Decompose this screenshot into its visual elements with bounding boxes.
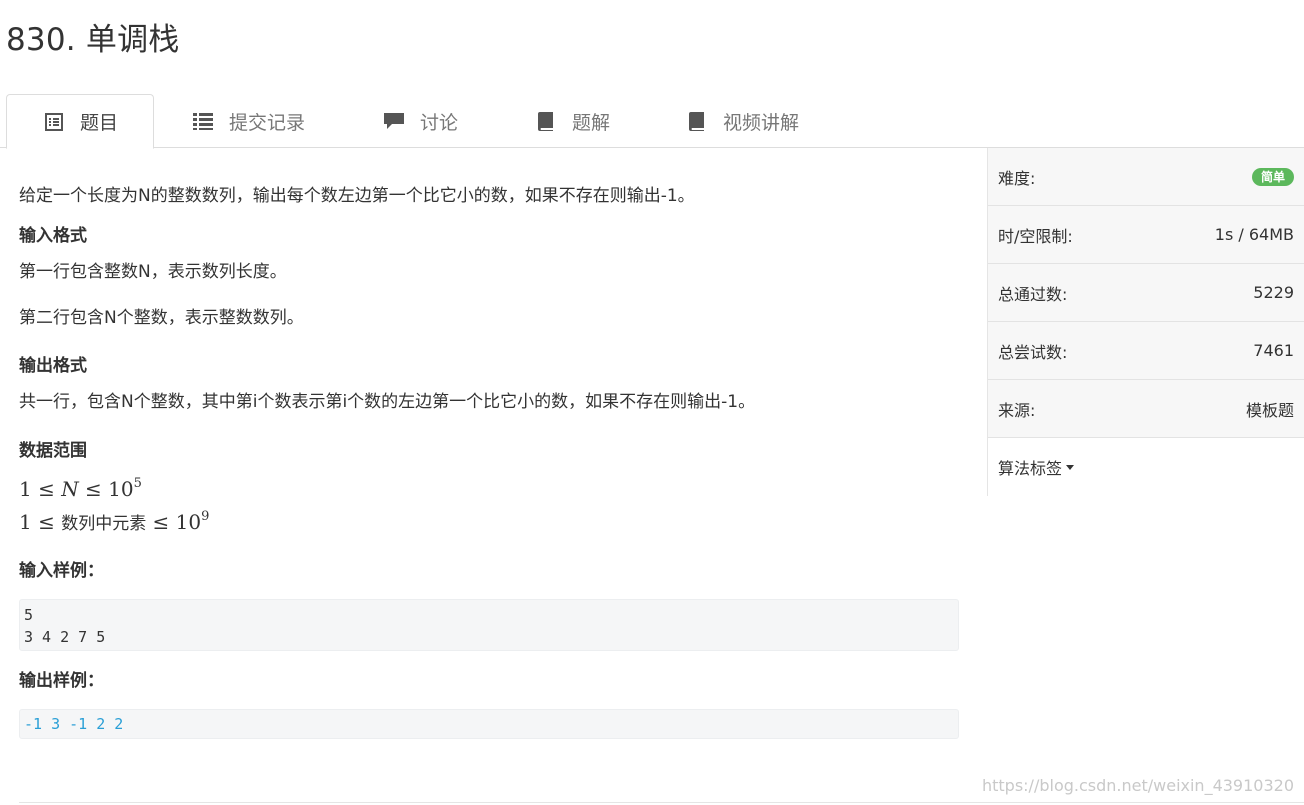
book-icon <box>535 110 557 132</box>
tab-submissions[interactable]: 提交记录 <box>192 94 305 148</box>
sample-input-heading: 输入样例： <box>19 561 104 581</box>
problem-description: 给定一个长度为N的整数数列，输出每个数左边第一个比它小的数，如果不存在则输出-1… <box>19 186 695 206</box>
problem-content: 给定一个长度为N的整数数列，输出每个数左边第一个比它小的数，如果不存在则输出-1… <box>19 180 959 739</box>
list-icon <box>192 110 214 132</box>
list-alt-icon <box>43 111 65 133</box>
tab-label: 提交记录 <box>229 111 306 134</box>
sample-output-heading: 输出样例： <box>19 671 104 691</box>
input-format-line-1: 第一行包含整数N，表示数列长度。 <box>19 262 287 282</box>
tab-solutions[interactable]: 题解 <box>535 94 610 148</box>
input-format-line-2: 第二行包含N个整数，表示整数数列。 <box>19 308 304 328</box>
source-value[interactable]: 模板题 <box>1246 397 1294 421</box>
limit-label: 时/空限制: <box>998 226 1073 246</box>
sample-output-code: -1 3 -1 2 2 <box>19 709 959 739</box>
limit-value: 1s / 64MB <box>1214 225 1294 244</box>
tab-label: 题解 <box>572 111 611 134</box>
input-format-heading: 输入格式 <box>19 226 87 246</box>
limit-row: 时/空限制: 1s / 64MB <box>988 206 1304 264</box>
tab-label: 题目 <box>80 112 119 134</box>
passed-label: 总通过数: <box>998 284 1068 304</box>
caret-down-icon <box>1066 464 1075 470</box>
range-formula-2: 1 ≤ 数列中元素 ≤ 109 <box>19 509 210 534</box>
algorithm-tags-toggle[interactable]: 算法标签 <box>988 438 1304 496</box>
problem-info-sidebar: 难度: 简单 时/空限制: 1s / 64MB 总通过数: 5229 总尝试数:… <box>987 148 1304 496</box>
difficulty-row: 难度: 简单 <box>988 148 1304 206</box>
tried-row: 总尝试数: 7461 <box>988 322 1304 380</box>
tab-video[interactable]: 视频讲解 <box>686 94 799 148</box>
passed-row: 总通过数: 5229 <box>988 264 1304 322</box>
watermark: https://blog.csdn.net/weixin_43910320 <box>981 776 1294 795</box>
book-icon <box>686 110 708 132</box>
algorithm-tags-label: 算法标签 <box>998 459 1063 478</box>
page-title: 830. 单调栈 <box>6 22 180 58</box>
comment-icon <box>383 110 405 132</box>
difficulty-badge: 简单 <box>1251 167 1294 186</box>
tried-label: 总尝试数: <box>998 342 1068 362</box>
tab-label: 视频讲解 <box>723 111 800 134</box>
passed-value: 5229 <box>1253 283 1294 302</box>
sample-input-code: 5 3 4 2 7 5 <box>19 599 959 651</box>
problem-tabs: 题目 提交记录 讨论 题解 视频讲解 <box>0 94 1304 149</box>
output-format-line: 共一行，包含N个整数，其中第i个数表示第i个数的左边第一个比它小的数，如果不存在… <box>19 392 756 412</box>
difficulty-label: 难度: <box>998 168 1036 188</box>
range-formula-1: 1 ≤ N ≤ 105 <box>19 476 142 501</box>
data-range-heading: 数据范围 <box>19 441 87 461</box>
tab-problem[interactable]: 题目 <box>6 94 154 149</box>
divider <box>19 802 1304 803</box>
tab-label: 讨论 <box>420 111 459 134</box>
tried-value: 7461 <box>1253 341 1294 360</box>
output-format-heading: 输出格式 <box>19 356 87 376</box>
tab-discussion[interactable]: 讨论 <box>383 94 458 148</box>
source-label: 来源: <box>998 400 1036 420</box>
source-row: 来源: 模板题 <box>988 380 1304 438</box>
